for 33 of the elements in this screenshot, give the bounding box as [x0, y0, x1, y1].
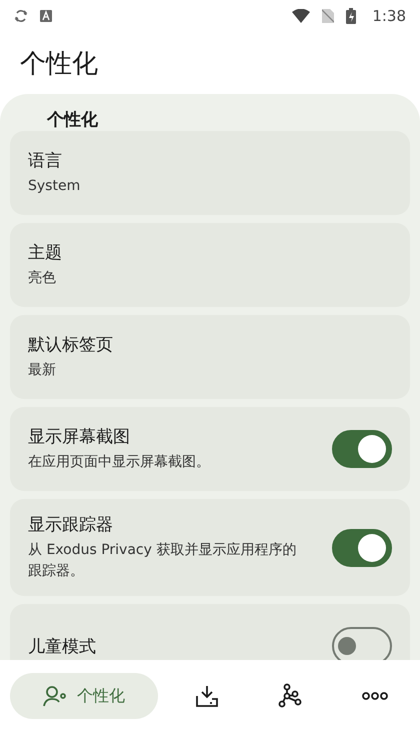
item-title: 显示跟踪器 [28, 514, 114, 536]
settings-item[interactable]: 显示跟踪器 从 Exodus Privacy 获取并显示应用程序的跟踪器。 [10, 499, 410, 596]
item-value: System [28, 177, 82, 196]
page-title: 个性化 [19, 48, 99, 81]
sync-icon [14, 9, 28, 23]
settings-item[interactable]: 语言 System [10, 131, 410, 215]
item-value: 在应用页面中显示屏幕截图。 [28, 453, 211, 472]
item-title: 语言 [28, 150, 63, 172]
item-value: 最新 [28, 361, 57, 380]
network-icon [278, 683, 304, 709]
item-value: 从 Exodus Privacy 获取并显示应用程序的跟踪器。 [28, 541, 298, 581]
wifi-icon [292, 9, 310, 23]
toggle-switch[interactable] [332, 430, 392, 468]
battery-charging-icon [346, 8, 356, 24]
item-value: 亮色 [28, 269, 57, 288]
settings-item[interactable]: 显示屏幕截图 在应用页面中显示屏幕截图。 [10, 407, 410, 491]
settings-item[interactable]: 儿童模式 [10, 604, 410, 660]
item-title: 主题 [28, 242, 63, 264]
settings-item[interactable]: 默认标签页 最新 [10, 315, 410, 399]
nav-tab[interactable]: 个性化 [10, 673, 158, 719]
clock-time: 1:38 [372, 7, 406, 25]
toggle-switch[interactable] [332, 528, 392, 566]
section-title: 个性化 [46, 109, 99, 131]
more-icon [362, 691, 388, 701]
toggle-switch[interactable] [332, 627, 392, 660]
no-sim-icon [322, 9, 334, 23]
download-tray-icon [194, 684, 220, 708]
item-title: 儿童模式 [28, 636, 97, 658]
item-title: 显示屏幕截图 [28, 426, 131, 448]
settings-item[interactable]: 主题 亮色 [10, 223, 410, 307]
person-gear-icon [43, 684, 69, 708]
item-title: 默认标签页 [28, 334, 114, 356]
keyboard-icon [40, 10, 52, 22]
